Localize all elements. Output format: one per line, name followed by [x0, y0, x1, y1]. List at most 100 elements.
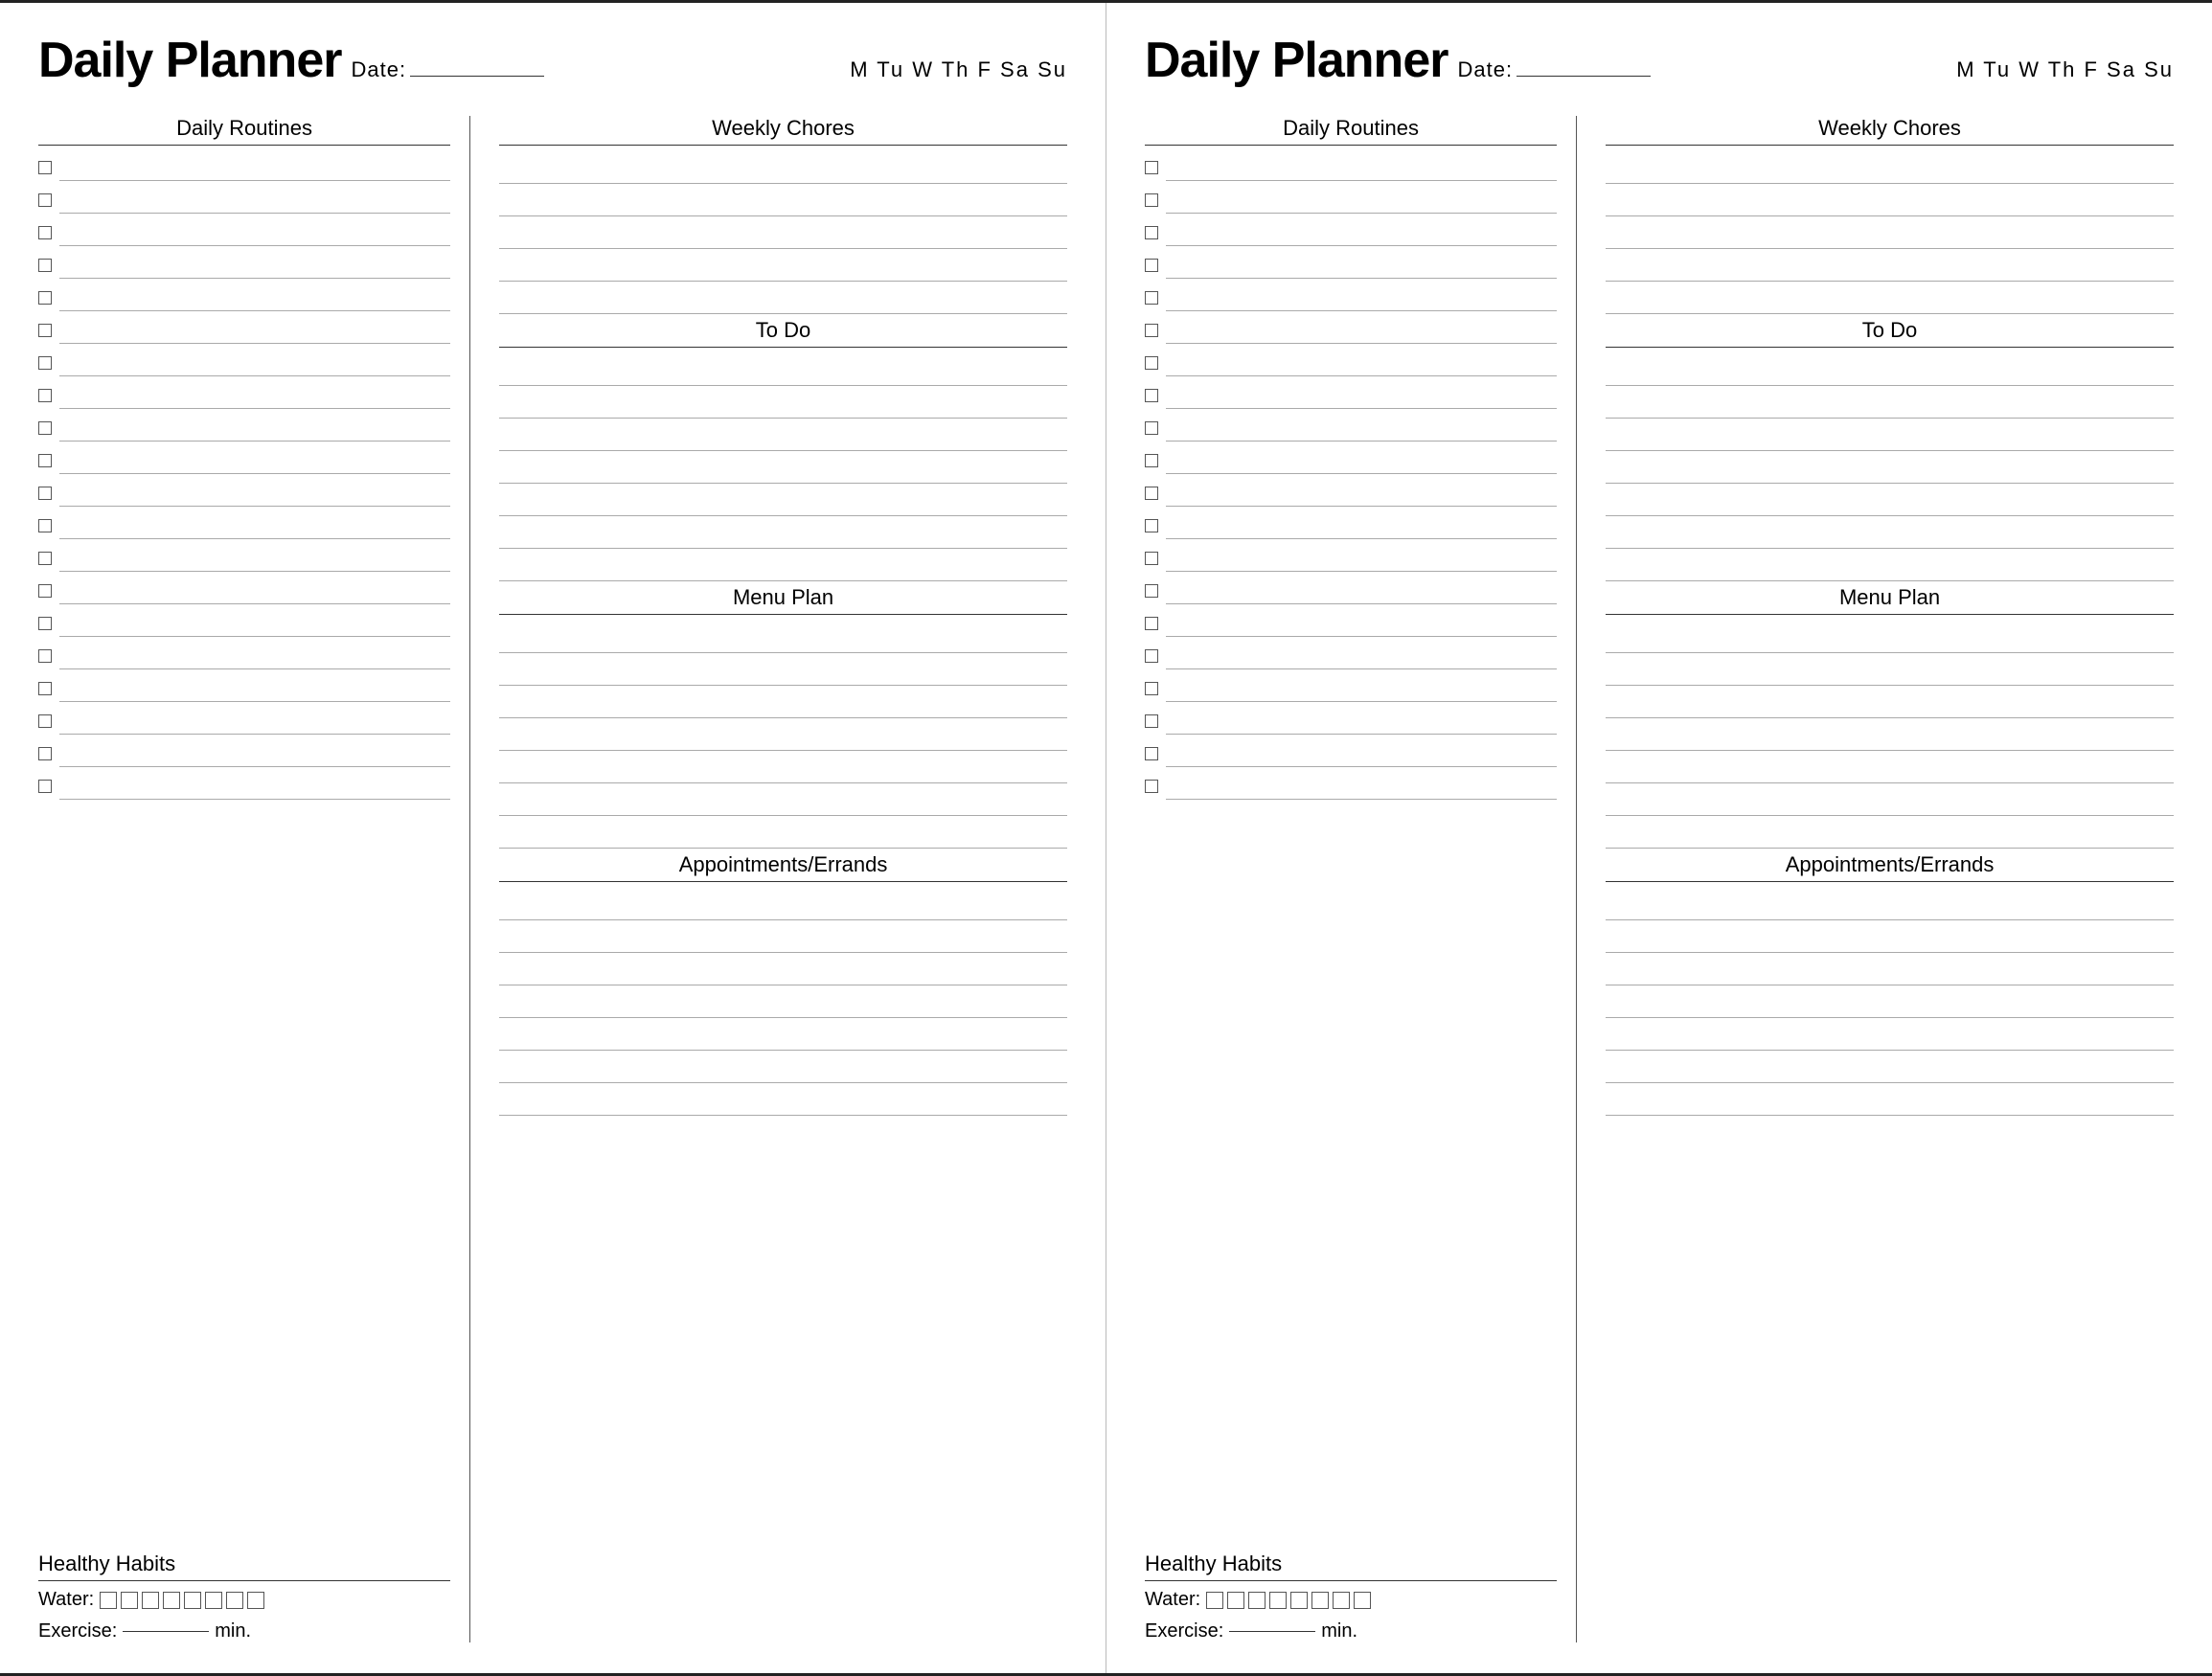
water-box[interactable]	[121, 1592, 138, 1609]
checkbox[interactable]	[38, 259, 52, 272]
exercise-line[interactable]	[1229, 1631, 1315, 1632]
checkbox-row	[1145, 477, 1557, 510]
checkbox[interactable]	[38, 324, 52, 337]
checkbox[interactable]	[1145, 584, 1158, 598]
checkbox[interactable]	[1145, 193, 1158, 207]
checkbox[interactable]	[38, 552, 52, 565]
checkbox[interactable]	[38, 487, 52, 500]
checkbox[interactable]	[1145, 291, 1158, 305]
water-box[interactable]	[247, 1592, 264, 1609]
page-2: Daily Planner Date: M Tu W Th F Sa Su Da…	[1106, 3, 2212, 1673]
checkbox[interactable]	[38, 454, 52, 467]
page-2-title: Daily Planner	[1145, 32, 1448, 89]
right-line	[1606, 516, 2174, 549]
page-1-date-line[interactable]	[410, 76, 544, 77]
checkbox[interactable]	[1145, 682, 1158, 695]
line-fill	[1166, 578, 1557, 604]
checkbox-row	[38, 379, 450, 412]
checkbox[interactable]	[38, 421, 52, 435]
right-line	[499, 282, 1067, 314]
checkbox[interactable]	[1145, 259, 1158, 272]
water-box[interactable]	[1206, 1592, 1223, 1609]
checkbox[interactable]	[1145, 356, 1158, 370]
checkbox[interactable]	[1145, 324, 1158, 337]
right-line	[1606, 1018, 2174, 1051]
right-line	[499, 386, 1067, 419]
right-line	[499, 216, 1067, 249]
page-1-exercise-row: Exercise: min.	[38, 1620, 450, 1642]
checkbox[interactable]	[1145, 747, 1158, 760]
line-fill	[1166, 415, 1557, 442]
checkbox[interactable]	[1145, 714, 1158, 728]
line-fill	[1166, 382, 1557, 409]
checkbox[interactable]	[1145, 487, 1158, 500]
checkbox[interactable]	[1145, 421, 1158, 435]
checkbox[interactable]	[38, 291, 52, 305]
page-1-days: M Tu W Th F Sa Su	[850, 57, 1067, 82]
checkbox-row	[38, 542, 450, 575]
checkbox-row	[38, 672, 450, 705]
checkbox[interactable]	[38, 649, 52, 663]
pages-wrapper: Daily Planner Date: M Tu W Th F Sa Su Da…	[0, 0, 2212, 1676]
checkbox[interactable]	[38, 747, 52, 760]
water-box[interactable]	[1333, 1592, 1350, 1609]
checkbox-row	[1145, 640, 1557, 672]
checkbox[interactable]	[1145, 389, 1158, 402]
checkbox-row	[1145, 737, 1557, 770]
water-box[interactable]	[1354, 1592, 1371, 1609]
checkbox-row	[1145, 184, 1557, 216]
right-line	[1606, 653, 2174, 686]
water-label: Water:	[38, 1589, 94, 1611]
water-box[interactable]	[1290, 1592, 1308, 1609]
checkbox-row	[1145, 249, 1557, 282]
checkbox[interactable]	[1145, 780, 1158, 793]
line-fill	[1166, 740, 1557, 767]
right-line	[499, 783, 1067, 816]
water-box[interactable]	[1227, 1592, 1244, 1609]
water-box[interactable]	[1269, 1592, 1287, 1609]
right-line	[1606, 985, 2174, 1018]
water-box[interactable]	[1311, 1592, 1329, 1609]
checkbox[interactable]	[1145, 552, 1158, 565]
checkbox[interactable]	[1145, 617, 1158, 630]
checkbox[interactable]	[38, 193, 52, 207]
checkbox-row	[1145, 542, 1557, 575]
checkbox[interactable]	[38, 682, 52, 695]
line-fill	[59, 284, 450, 311]
checkbox[interactable]	[38, 780, 52, 793]
page-1-date-label: Date:	[351, 57, 544, 82]
water-box[interactable]	[142, 1592, 159, 1609]
checkbox[interactable]	[38, 584, 52, 598]
page-2-appointments: Appointments/Errands	[1606, 852, 2174, 1116]
checkbox[interactable]	[38, 226, 52, 239]
checkbox[interactable]	[38, 617, 52, 630]
water-box[interactable]	[100, 1592, 117, 1609]
checkbox[interactable]	[38, 714, 52, 728]
page-1-water-row: Water:	[38, 1589, 450, 1611]
page-2-todo: To Do	[1606, 318, 2174, 581]
right-line	[1606, 1051, 2174, 1083]
checkbox-row	[1145, 379, 1557, 412]
checkbox[interactable]	[1145, 226, 1158, 239]
page-2-date-line[interactable]	[1516, 76, 1651, 77]
exercise-line[interactable]	[123, 1631, 209, 1632]
checkbox-row	[38, 607, 450, 640]
water-box[interactable]	[1248, 1592, 1266, 1609]
water-box[interactable]	[205, 1592, 222, 1609]
checkbox[interactable]	[38, 519, 52, 532]
checkbox[interactable]	[1145, 519, 1158, 532]
line-fill	[59, 187, 450, 214]
checkbox[interactable]	[38, 161, 52, 174]
checkbox[interactable]	[38, 389, 52, 402]
page-2-days: M Tu W Th F Sa Su	[1956, 57, 2174, 82]
checkbox[interactable]	[1145, 161, 1158, 174]
checkbox[interactable]	[38, 356, 52, 370]
weekly-chores-header-2: Weekly Chores	[1606, 116, 2174, 146]
appointments-header-2: Appointments/Errands	[1606, 852, 2174, 882]
water-box[interactable]	[184, 1592, 201, 1609]
checkbox[interactable]	[1145, 454, 1158, 467]
water-box[interactable]	[163, 1592, 180, 1609]
checkbox[interactable]	[1145, 649, 1158, 663]
line-fill	[59, 154, 450, 181]
water-box[interactable]	[226, 1592, 243, 1609]
